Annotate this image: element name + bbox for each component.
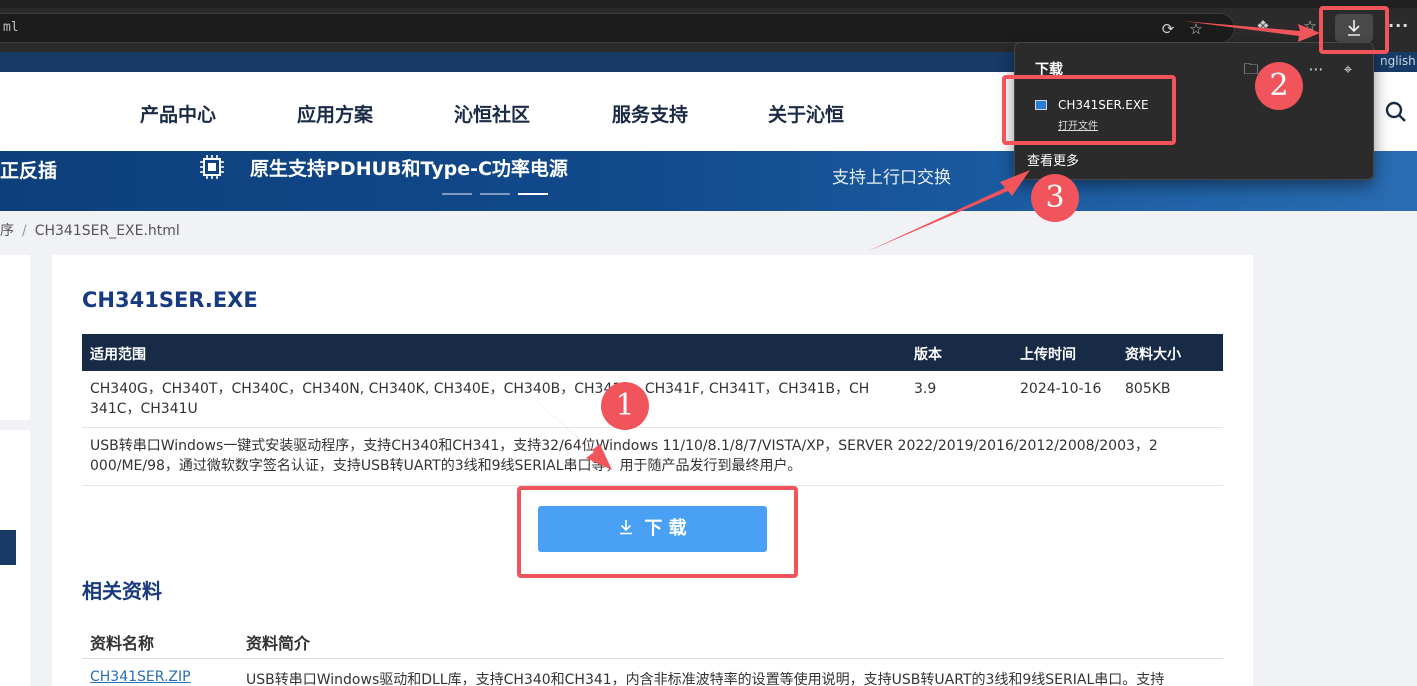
annotation-arrows: [515, 21, 1320, 470]
arrow-3: [866, 170, 1030, 252]
annotation-badge-2: 2: [1255, 62, 1303, 110]
arrow-1: [515, 382, 612, 470]
annotation-badge-1: 1: [601, 382, 649, 430]
annotation-badge-3: 3: [1031, 174, 1079, 222]
arrow-2: [1183, 21, 1320, 42]
